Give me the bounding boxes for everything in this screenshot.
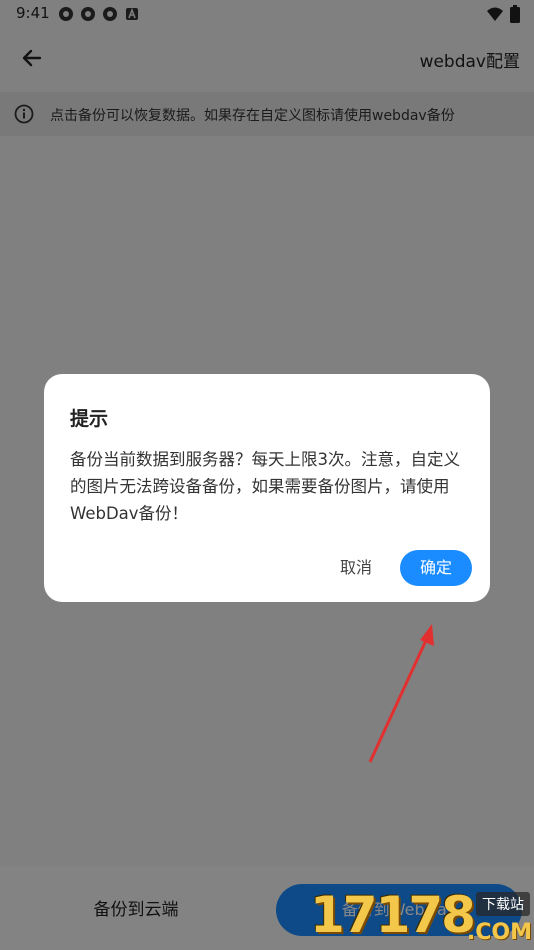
red-arrow-icon <box>368 624 434 763</box>
watermark-domain: .COM <box>466 920 532 945</box>
dialog-message: 备份当前数据到服务器？每天上限3次。注意，自定义的图片无法跨设备备份，如果需要备… <box>70 450 460 523</box>
watermark-number: 17178 <box>310 886 476 944</box>
dialog-title: 提示 <box>70 408 109 430</box>
watermark-site-label: 下载站 <box>476 892 530 916</box>
dialog-cancel-button[interactable]: 取消 <box>326 551 386 585</box>
watermark: 17178 下载站 .COM <box>306 884 534 950</box>
dialog-confirm-button[interactable]: 确定 <box>400 550 472 586</box>
confirm-dialog: 提示 备份当前数据到服务器？每天上限3次。注意，自定义的图片无法跨设备备份，如果… <box>44 374 490 602</box>
